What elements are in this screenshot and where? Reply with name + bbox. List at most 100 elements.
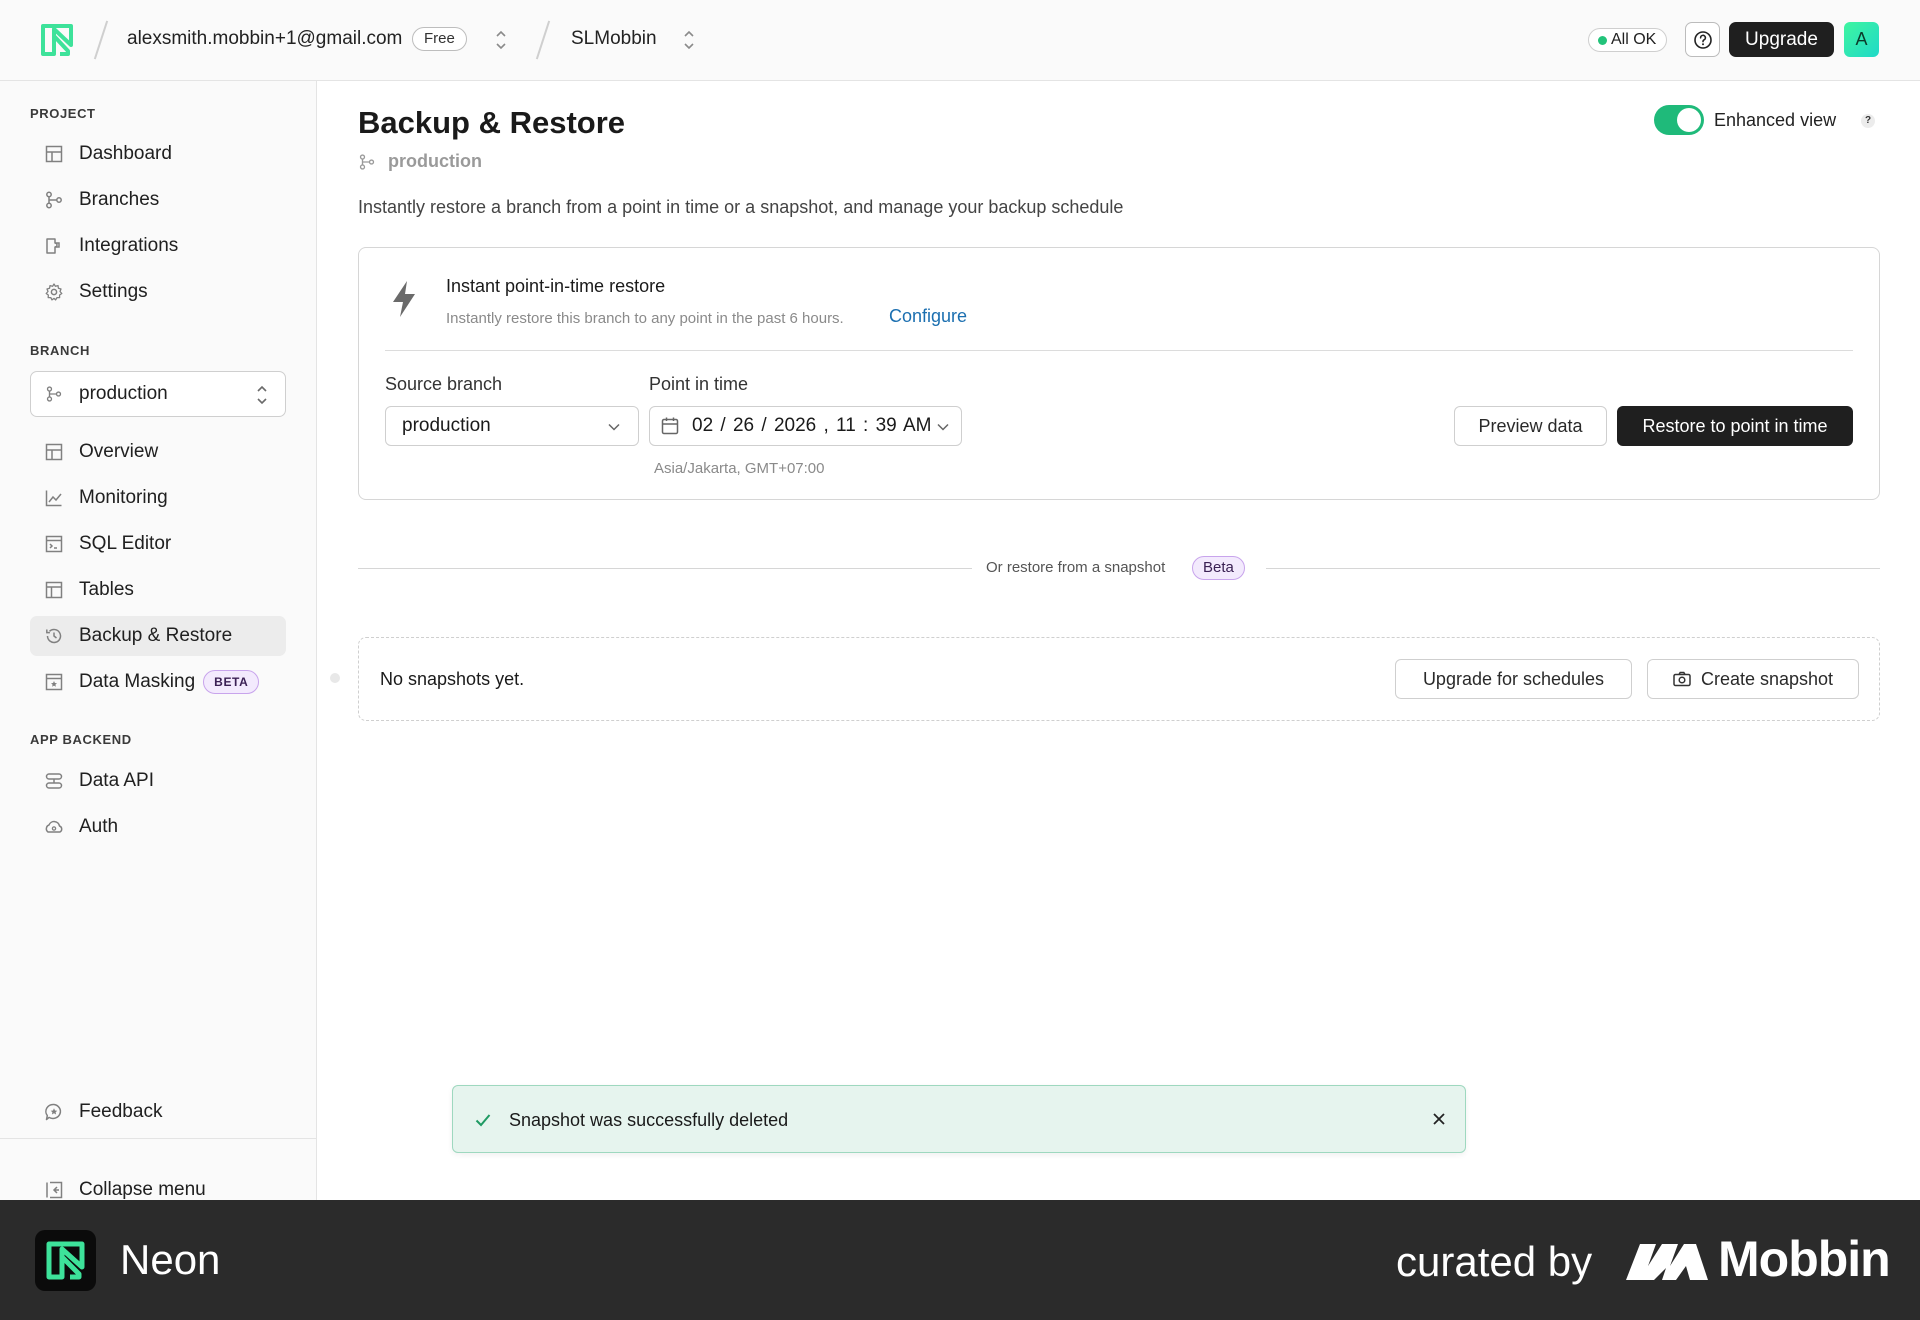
sidebar-item-label: Data Masking — [79, 671, 196, 692]
project-name[interactable]: SLMobbin — [571, 28, 657, 50]
top-bar: alexsmith.mobbin+1@gmail.com Free SLMobb… — [0, 0, 1920, 81]
create-snapshot-button[interactable]: Create snapshot — [1647, 659, 1859, 699]
snapshots-empty-state: No snapshots yet. Upgrade for schedules … — [358, 637, 1880, 721]
feedback-label: Feedback — [79, 1101, 163, 1122]
sidebar-item-label: Backup & Restore — [79, 625, 233, 646]
section-label-branch: BRANCH — [30, 343, 90, 358]
sidebar-item-backup-restore[interactable]: Backup & Restore — [30, 616, 286, 656]
close-icon[interactable] — [1430, 1110, 1448, 1128]
preview-data-button[interactable]: Preview data — [1454, 406, 1607, 446]
page-description: Instantly restore a branch from a point … — [358, 197, 1124, 217]
branch-selector-value: production — [79, 383, 168, 404]
sidebar-item-label: Data API — [79, 770, 154, 791]
footer-banner: Neon curated by Mobbin — [0, 1200, 1920, 1320]
point-in-time-value: 02 / 26 / 2026 , 11 : 39 AM — [692, 415, 932, 436]
source-branch-select[interactable]: production — [385, 406, 639, 446]
account-switcher-chevron-icon[interactable] — [494, 28, 508, 52]
calendar-icon — [661, 417, 679, 435]
sidebar-item-data-masking[interactable]: Data Masking BETA — [30, 662, 286, 702]
pitr-divider — [385, 350, 1853, 351]
snapshots-empty-text: No snapshots yet. — [380, 669, 525, 689]
mobbin-logo-icon — [1626, 1244, 1708, 1280]
pitr-title: Instant point-in-time restore — [446, 276, 666, 296]
timezone-label: Asia/Jakarta, GMT+07:00 — [654, 460, 825, 477]
sidebar-divider — [0, 1138, 317, 1139]
status-badge[interactable]: All OK — [1588, 28, 1668, 52]
neon-logo-icon — [35, 1230, 96, 1291]
help-button[interactable] — [1685, 22, 1720, 57]
monitoring-icon — [45, 490, 62, 507]
create-snapshot-label: Create snapshot — [1700, 668, 1834, 689]
chevron-down-icon — [937, 423, 949, 431]
branches-icon — [359, 153, 375, 170]
point-in-time-input[interactable]: 02 / 26 / 2026 , 11 : 39 AM — [649, 406, 962, 446]
branches-icon — [46, 386, 62, 402]
breadcrumb-separator — [100, 20, 102, 60]
page-branch-label: production — [388, 151, 482, 171]
pitr-card: Instant point-in-time restore Instantly … — [358, 247, 1880, 500]
snapshot-timeline-dot — [330, 673, 340, 683]
toast-message: Snapshot was successfully deleted — [509, 1110, 789, 1130]
integrations-icon — [46, 238, 60, 254]
dashboard-icon — [45, 145, 63, 163]
footer-curated-by: curated by — [1396, 1238, 1593, 1285]
upgrade-button[interactable]: Upgrade — [1729, 22, 1834, 57]
sidebar-item-sql-editor[interactable]: SQL Editor — [30, 524, 286, 564]
overview-icon — [45, 443, 63, 461]
source-branch-label: Source branch — [385, 374, 503, 394]
point-in-time-label: Point in time — [649, 374, 749, 394]
restore-point-in-time-button[interactable]: Restore to point in time — [1617, 406, 1853, 446]
chevron-down-icon — [608, 423, 620, 431]
footer-brand: Mobbin — [1718, 1231, 1891, 1287]
snapshot-divider-text: Or restore from a snapshot — [986, 559, 1166, 576]
feedback-icon — [45, 1103, 62, 1121]
plan-badge: Free — [412, 27, 467, 51]
sidebar-item-overview[interactable]: Overview — [30, 432, 286, 472]
source-branch-value: production — [402, 415, 491, 436]
sql-editor-icon — [45, 535, 63, 553]
sidebar-item-label: SQL Editor — [79, 533, 172, 554]
bolt-icon — [393, 281, 415, 317]
data-masking-icon — [45, 673, 63, 691]
divider-line — [1266, 568, 1880, 569]
avatar[interactable]: A — [1844, 22, 1879, 57]
sidebar-item-label: Tables — [79, 579, 134, 600]
enhanced-view-toggle[interactable] — [1654, 105, 1704, 135]
camera-icon — [1673, 671, 1691, 687]
gear-icon — [45, 283, 63, 301]
footer-app-name: Neon — [120, 1236, 221, 1283]
sidebar-item-dashboard[interactable]: Dashboard — [30, 134, 286, 174]
chevron-up-down-icon — [255, 383, 269, 407]
status-label: All OK — [1611, 31, 1657, 48]
sidebar: PROJECT Dashboard Branches Integrations … — [0, 81, 317, 1200]
project-switcher-chevron-icon[interactable] — [682, 28, 696, 52]
neon-logo-icon[interactable] — [40, 23, 74, 57]
sidebar-item-branches[interactable]: Branches — [30, 180, 286, 220]
sidebar-item-tables[interactable]: Tables — [30, 570, 286, 610]
page-title: Backup & Restore — [358, 105, 626, 140]
sidebar-item-data-api[interactable]: Data API — [30, 761, 286, 801]
sidebar-item-label: Overview — [79, 441, 159, 462]
snapshot-divider: Or restore from a snapshot Beta — [358, 556, 1880, 582]
enhanced-view-help-icon[interactable]: ? — [1861, 114, 1875, 128]
page-branch: production — [358, 151, 482, 172]
question-icon — [1693, 30, 1712, 49]
configure-link[interactable]: Configure — [889, 306, 967, 327]
account-email[interactable]: alexsmith.mobbin+1@gmail.com — [127, 28, 402, 50]
collapse-menu-label: Collapse menu — [79, 1179, 206, 1200]
data-api-icon — [45, 773, 63, 789]
sidebar-item-label: Settings — [79, 281, 148, 302]
sidebar-item-settings[interactable]: Settings — [30, 272, 286, 312]
feedback-button[interactable]: Feedback — [30, 1092, 286, 1132]
main-content: Backup & Restore production Instantly re… — [318, 81, 1920, 1200]
pitr-subtitle: Instantly restore this branch to any poi… — [446, 310, 844, 327]
sidebar-item-monitoring[interactable]: Monitoring — [30, 478, 286, 518]
upgrade-for-schedules-button[interactable]: Upgrade for schedules — [1395, 659, 1632, 699]
check-icon — [475, 1114, 491, 1127]
sidebar-item-auth[interactable]: Auth — [30, 807, 286, 847]
status-dot-icon — [1598, 36, 1607, 45]
collapse-sidebar-icon — [46, 1181, 63, 1199]
sidebar-item-integrations[interactable]: Integrations — [30, 226, 286, 266]
history-icon — [46, 628, 62, 644]
branch-selector[interactable]: production — [30, 371, 286, 417]
